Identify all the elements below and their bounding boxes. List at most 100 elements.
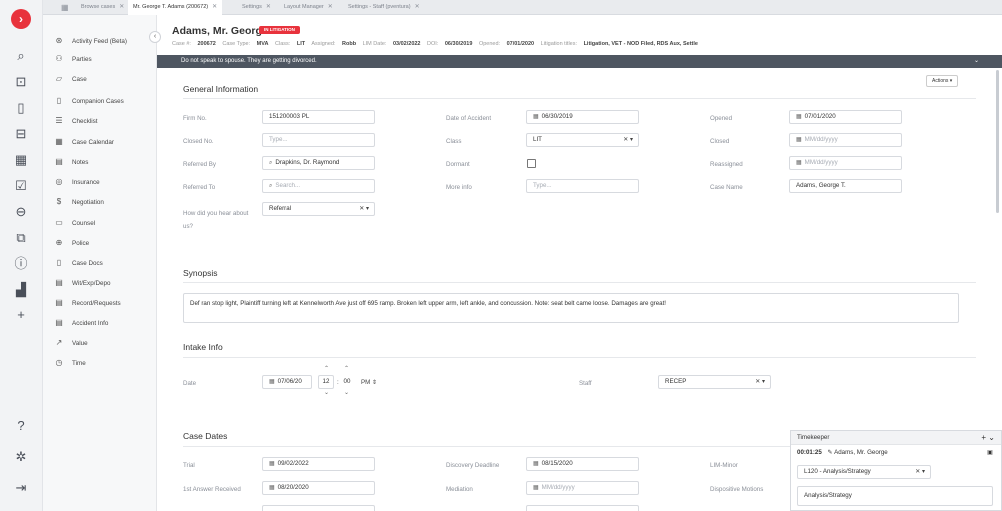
- collapse-sidebar-icon[interactable]: ‹: [149, 31, 161, 43]
- alert-banner[interactable]: Do not speak to spouse. They are getting…: [157, 55, 1002, 68]
- next-date-field[interactable]: [262, 505, 375, 511]
- add-icon[interactable]: +: [11, 307, 31, 323]
- sidebar-item-accident-info[interactable]: ▤ Accident Info: [53, 317, 108, 329]
- list-icon: ▤: [55, 318, 63, 327]
- sidebar-item-record-requests[interactable]: ▤ Record/Requests: [53, 297, 120, 309]
- opened-field[interactable]: ▦ 07/01/2020: [789, 110, 902, 124]
- divider: [183, 357, 976, 358]
- referred-by-field[interactable]: ⌕ Drapkins, Dr. Raymond: [262, 156, 375, 170]
- sidebar-item-checklist[interactable]: ☰ Checklist: [53, 115, 98, 127]
- activity-feed-icon: ⊛: [55, 36, 63, 45]
- close-icon[interactable]: ✕: [119, 4, 124, 10]
- logout-icon[interactable]: ⇥: [11, 480, 31, 496]
- tasks-check-icon[interactable]: ☑: [11, 178, 31, 194]
- case-folder-icon: ▱: [55, 74, 63, 83]
- edit-pencil-icon[interactable]: ✎: [828, 449, 833, 456]
- timer-client: Adams, Mr. George: [834, 449, 888, 456]
- first-answer-field[interactable]: ▦ 08/20/2020: [262, 481, 375, 495]
- tab-browse-cases[interactable]: Browse cases ✕: [76, 0, 129, 15]
- closed-date-field[interactable]: ▦ MM/dd/yyyy: [789, 133, 902, 147]
- discovery-deadline-label: Discovery Deadline: [446, 462, 500, 469]
- sidebar-item-wit-exp-depo[interactable]: ▤ Wit/Exp/Depo: [53, 277, 110, 289]
- calendar-icon[interactable]: ▦: [11, 152, 31, 168]
- search-icon[interactable]: ⌕: [11, 48, 31, 64]
- clear-dropdown-icon[interactable]: ✕ ▾: [623, 134, 633, 146]
- scrollbar-thumb[interactable]: [996, 70, 999, 213]
- sidebar-item-police[interactable]: ⊕ Police: [53, 237, 90, 249]
- mediation-field[interactable]: ▦ MM/dd/yyyy: [526, 481, 639, 495]
- discovery-deadline-field[interactable]: ▦ 08/15/2020: [526, 457, 639, 471]
- time-description-field[interactable]: Analysis/Strategy: [797, 486, 993, 506]
- sidebar-item-notes[interactable]: ▤ Notes: [53, 156, 88, 168]
- minute-field[interactable]: 00: [339, 375, 355, 389]
- clear-dropdown-icon[interactable]: ✕ ▾: [915, 466, 925, 478]
- tab-layout-manager[interactable]: Layout Manager ✕: [279, 0, 338, 15]
- sidebar-item-label: Activity Feed (Beta): [72, 38, 127, 45]
- clear-dropdown-icon[interactable]: ✕ ▾: [755, 376, 765, 388]
- document-icon[interactable]: ▯: [11, 100, 31, 116]
- intake-date-field[interactable]: ▦ 07/06/20: [262, 375, 312, 389]
- timekeeper-header: Timekeeper + ⌄: [791, 431, 1001, 445]
- sidebar-item-case-docs[interactable]: ▯ Case Docs: [53, 257, 103, 269]
- briefcase-icon[interactable]: ⊡: [11, 74, 31, 90]
- close-icon[interactable]: ✕: [212, 4, 217, 10]
- ampm-select[interactable]: PM ⇕: [361, 379, 377, 386]
- chevron-down-icon[interactable]: ⌄: [974, 55, 979, 68]
- more-info-field[interactable]: Type...: [526, 179, 639, 193]
- minute-down-icon[interactable]: ⌄: [344, 389, 349, 396]
- staff-select[interactable]: RECEP ✕ ▾: [658, 375, 771, 389]
- synopsis-textarea[interactable]: Def ran stop light, Plaintiff turning le…: [183, 293, 959, 323]
- trial-date-field[interactable]: ▦ 09/02/2022: [262, 457, 375, 471]
- date-of-accident-field[interactable]: ▦ 06/30/2019: [526, 110, 639, 124]
- close-icon[interactable]: ✕: [415, 4, 420, 10]
- sidebar-item-parties[interactable]: ⚇ Parties: [53, 53, 91, 65]
- app-logo[interactable]: ›: [11, 9, 31, 29]
- contacts-icon[interactable]: ⊟: [11, 126, 31, 142]
- sidebar-item-negotiation[interactable]: $ Negotiation: [53, 196, 104, 208]
- messages-icon[interactable]: ⧉: [11, 230, 31, 246]
- close-icon[interactable]: ✕: [328, 4, 333, 10]
- sidebar-item-label: Checklist: [72, 118, 98, 125]
- tab-settings-staff[interactable]: Settings - Staff (pventura) ✕: [343, 0, 425, 15]
- next-date-field[interactable]: [526, 505, 639, 511]
- hour-up-icon[interactable]: ⌃: [324, 365, 329, 372]
- info-icon[interactable]: ⓘ: [11, 256, 31, 272]
- divider: [183, 98, 976, 99]
- hour-field[interactable]: 12: [318, 375, 334, 389]
- reassigned-field[interactable]: ▦ MM/dd/yyyy: [789, 156, 902, 170]
- grid-menu-icon[interactable]: ▦: [61, 3, 69, 12]
- sidebar-item-case[interactable]: ▱ Case: [53, 73, 87, 85]
- sidebar-item-insurance[interactable]: ◎ Insurance: [53, 176, 100, 188]
- hear-about-select[interactable]: Referral ✕ ▾: [262, 202, 375, 216]
- dormant-checkbox[interactable]: [527, 159, 536, 168]
- reassigned-label: Reassigned: [710, 161, 743, 168]
- chevron-down-icon[interactable]: ⌄: [988, 433, 995, 442]
- sidebar-item-time[interactable]: ◷ Time: [53, 357, 86, 369]
- minute-up-icon[interactable]: ⌃: [344, 365, 349, 372]
- class-select[interactable]: LIT ✕ ▾: [526, 133, 639, 147]
- tab-settings[interactable]: Settings ✕: [237, 0, 276, 15]
- firm-no-field[interactable]: 151200003 PL: [262, 110, 375, 124]
- tab-case-adams[interactable]: Mr. George T. Adams (200672) ✕: [128, 0, 223, 15]
- settings-gear-icon[interactable]: ✲: [11, 449, 31, 465]
- case-name-field[interactable]: Adams, George T.: [789, 179, 902, 193]
- referred-to-field[interactable]: ⌕ Search...: [262, 179, 375, 193]
- save-icon[interactable]: ▣: [987, 447, 993, 459]
- activity-code-select[interactable]: L120 - Analysis/Strategy ✕ ▾: [797, 465, 931, 479]
- closed-no-field[interactable]: Type...: [262, 133, 375, 147]
- help-icon[interactable]: ?: [11, 418, 31, 434]
- actions-button[interactable]: Actions ▾: [926, 75, 959, 87]
- sidebar-item-companion-cases[interactable]: ▯ Companion Cases: [53, 95, 124, 107]
- sidebar-item-activity-feed[interactable]: ⊛ Activity Feed (Beta): [53, 35, 127, 47]
- hour-down-icon[interactable]: ⌄: [324, 389, 329, 396]
- section-title-general: General Information: [183, 84, 259, 94]
- case-number: Case #: 200672: [172, 41, 216, 47]
- reports-chart-icon[interactable]: ▟: [11, 282, 31, 298]
- inbox-icon[interactable]: ⊖: [11, 204, 31, 220]
- sidebar-item-counsel[interactable]: ▭ Counsel: [53, 217, 95, 229]
- sidebar-item-value[interactable]: ↗ Value: [53, 337, 88, 349]
- sidebar-item-case-calendar[interactable]: ▦ Case Calendar: [53, 136, 114, 148]
- add-icon[interactable]: +: [981, 433, 986, 442]
- clear-dropdown-icon[interactable]: ✕ ▾: [359, 203, 369, 215]
- close-icon[interactable]: ✕: [266, 4, 271, 10]
